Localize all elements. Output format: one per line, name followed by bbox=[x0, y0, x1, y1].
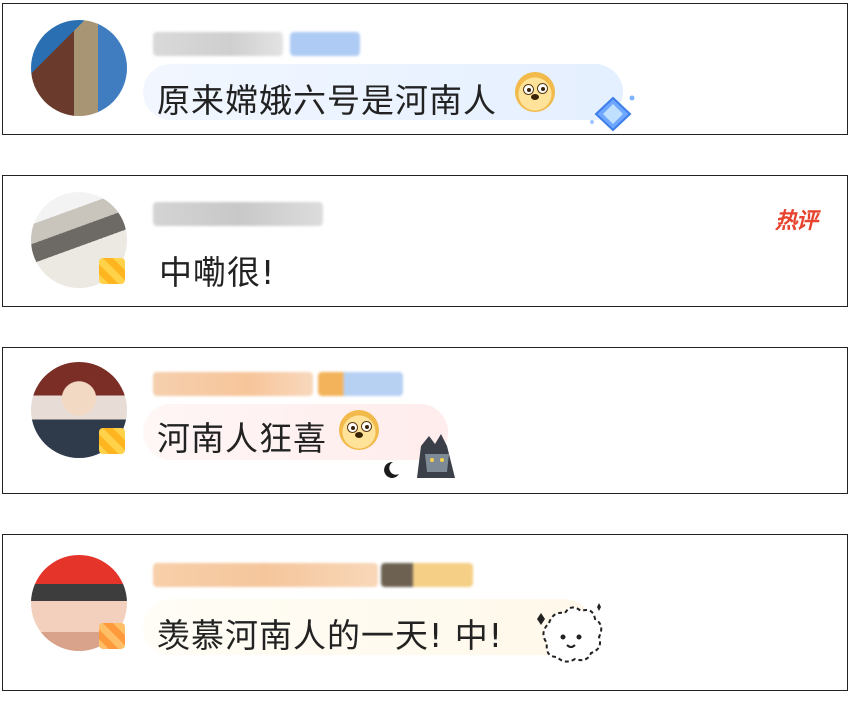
comment-card: 河南人狂喜 bbox=[2, 347, 848, 494]
username[interactable] bbox=[153, 563, 378, 587]
comment-text: 中嘞很! bbox=[159, 253, 276, 292]
avatar-badge bbox=[99, 623, 125, 649]
user-level-badge bbox=[381, 563, 473, 587]
comment-text: 羡慕河南人的一天! 中! bbox=[157, 616, 503, 655]
cat-sticker-icon bbox=[537, 603, 603, 663]
doge-emoji bbox=[339, 410, 379, 450]
doge-eye bbox=[537, 83, 548, 94]
user-level-badge bbox=[318, 372, 403, 396]
username[interactable] bbox=[153, 372, 313, 396]
avatar[interactable] bbox=[31, 20, 127, 116]
doge-eye bbox=[361, 421, 372, 432]
username[interactable] bbox=[153, 202, 323, 226]
avatar-badge bbox=[99, 428, 125, 454]
doge-nose bbox=[531, 94, 539, 100]
doge-nose bbox=[355, 432, 363, 438]
comment-text: 河南人狂喜 bbox=[157, 419, 327, 458]
comment-text: 原来嫦娥六号是河南人 bbox=[157, 81, 497, 120]
user-level-badge bbox=[290, 32, 360, 56]
character-decoration-icon bbox=[384, 434, 455, 478]
comment-card: 原来嫦娥六号是河南人 bbox=[2, 3, 848, 135]
username[interactable] bbox=[153, 32, 283, 56]
doge-emoji bbox=[515, 72, 555, 112]
comment-card: 羡慕河南人的一天! 中! bbox=[2, 534, 848, 691]
avatar-badge bbox=[99, 258, 125, 284]
hot-comment-badge: 热评 bbox=[774, 209, 818, 234]
comment-card: 中嘞很! 热评 bbox=[2, 175, 848, 307]
diamond-icon bbox=[590, 95, 635, 132]
